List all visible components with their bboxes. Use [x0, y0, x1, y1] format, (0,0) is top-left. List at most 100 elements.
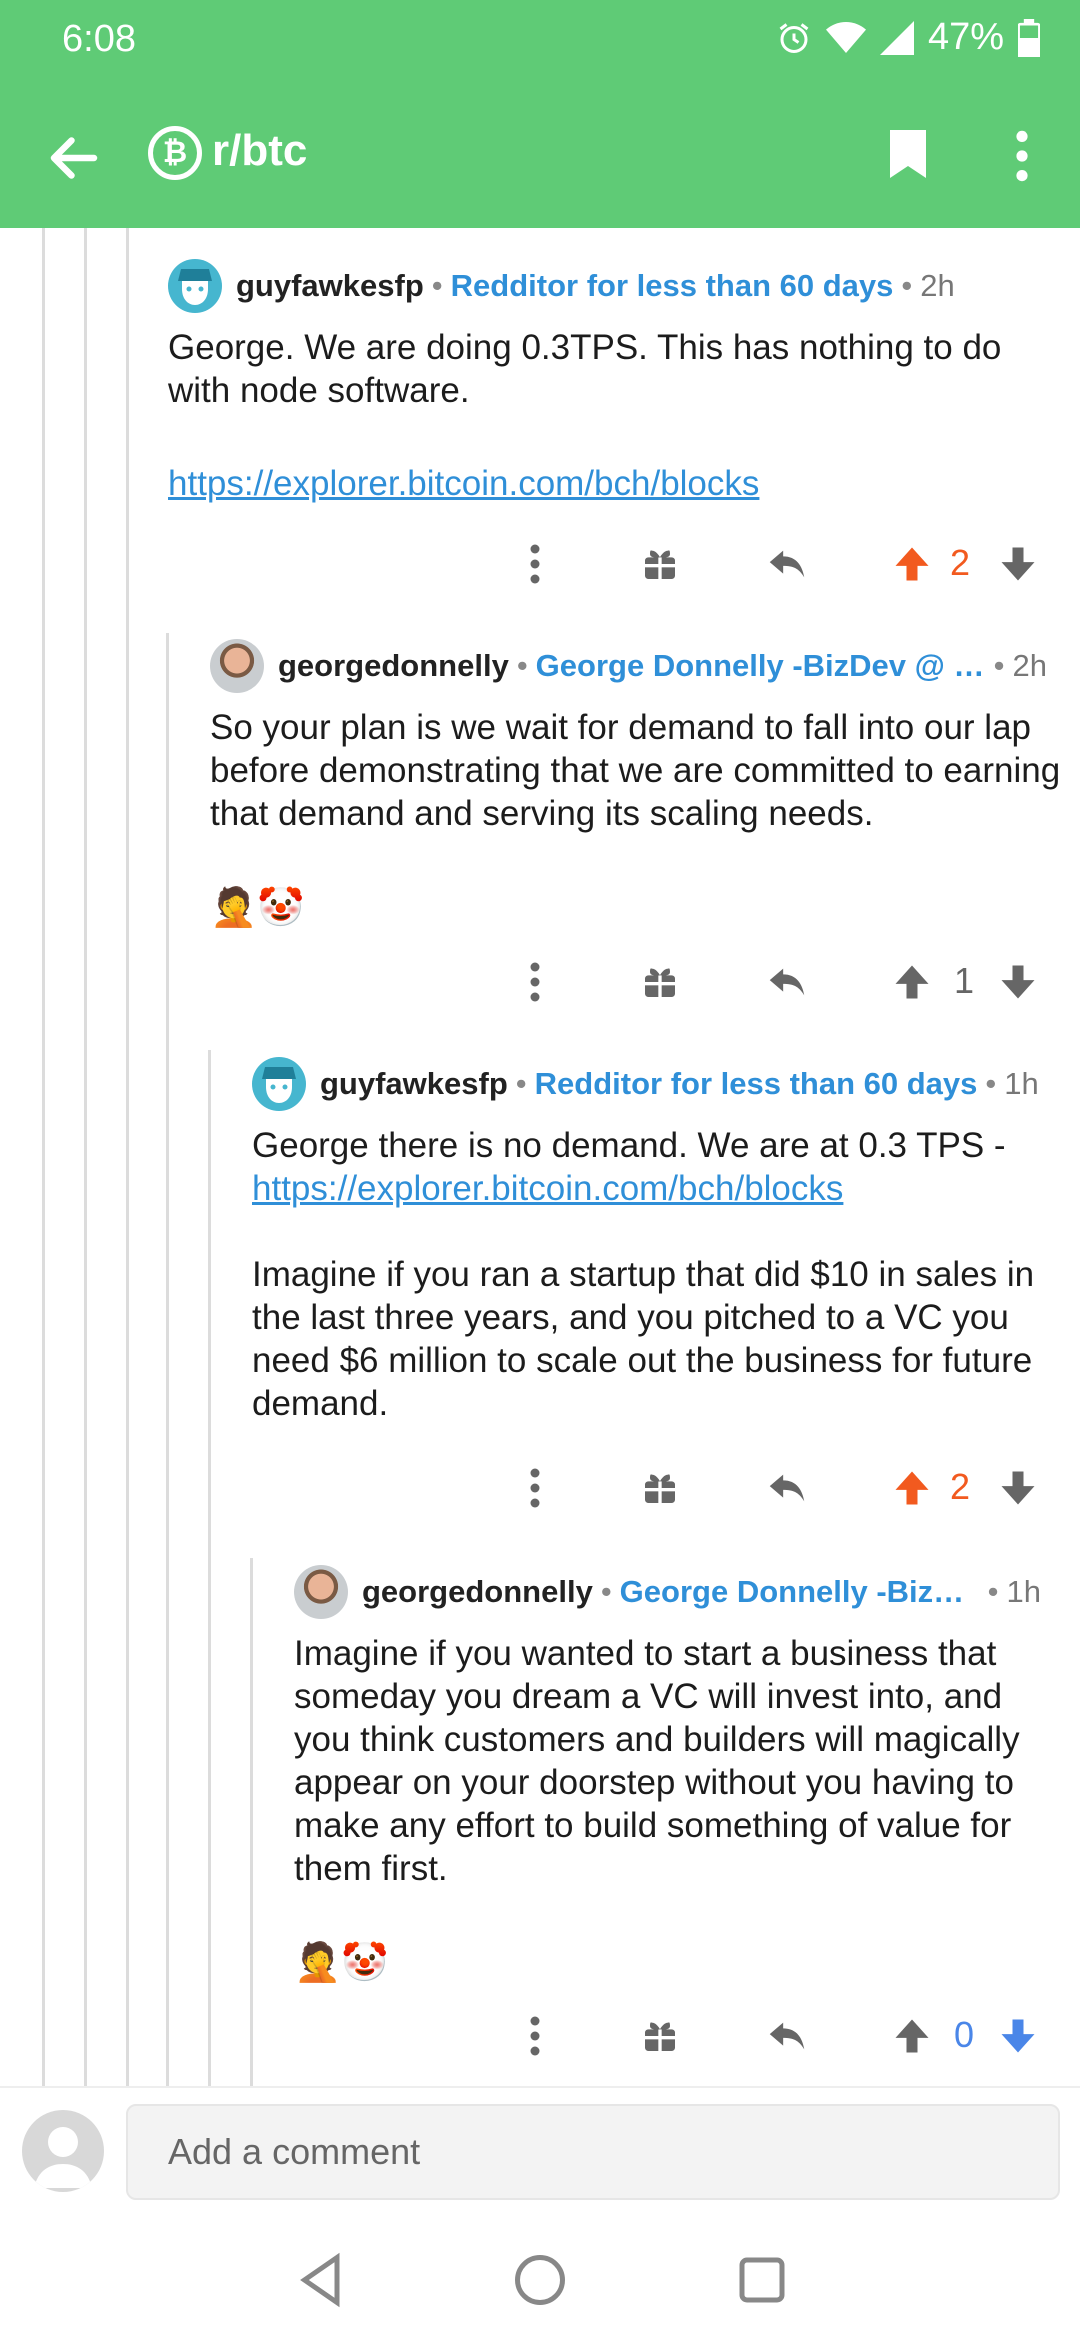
reply-icon[interactable]	[764, 534, 810, 594]
avatar[interactable]	[210, 639, 264, 693]
score: 2	[950, 1466, 971, 1507]
thread-line	[126, 228, 129, 2086]
alarm-icon	[779, 22, 809, 53]
comment-body: Imagine if you wanted to start a busines…	[294, 1632, 1064, 1985]
comment-link[interactable]: https://explorer.bitcoin.com/bch/blocks	[252, 1169, 843, 1208]
comment-actions: 2	[500, 534, 1060, 594]
nav-recents-icon[interactable]	[732, 2250, 792, 2310]
battery-percent: 47%	[927, 16, 1004, 58]
separator-dot: •	[600, 1574, 612, 1609]
status-icons: 47%	[776, 16, 1040, 59]
comment-text: George. We are doing 0.3TPS. This has no…	[168, 328, 1002, 410]
separator-dot: •	[901, 268, 913, 303]
gift-icon[interactable]	[640, 1458, 680, 1518]
more-options-icon[interactable]	[1008, 128, 1036, 184]
reply-icon[interactable]	[764, 952, 810, 1012]
comment-text: Imagine if you ran a startup that did $1…	[252, 1255, 1035, 1423]
user-flair: Redditor for less than 60 days	[450, 268, 894, 303]
subreddit-icon[interactable]: ₿	[148, 126, 202, 180]
avatar[interactable]	[168, 259, 222, 313]
status-bar: 6:08 47%	[0, 0, 1080, 80]
comment-body: George there is no demand. We are at 0.3…	[252, 1124, 1062, 1425]
upvote-icon[interactable]	[890, 952, 934, 1012]
wifi-icon	[825, 21, 866, 53]
comment: georgedonnelly • George Donnelly -BizDe……	[294, 1564, 1064, 1985]
add-comment-input[interactable]: Add a comment	[126, 2104, 1060, 2200]
comment-age: 1h	[1006, 1574, 1042, 1609]
thread-line	[208, 1050, 211, 2086]
comment: guyfawkesfp • Redditor for less than 60 …	[252, 1056, 1062, 1425]
comment-author[interactable]: guyfawkesfp	[320, 1066, 508, 1102]
cell-signal-icon	[879, 20, 914, 55]
user-flair: Redditor for less than 60 days	[534, 1066, 978, 1101]
comment-composer: Add a comment	[0, 2086, 1080, 2216]
avatar[interactable]	[252, 1057, 306, 1111]
comment-text: Imagine if you wanted to start a busines…	[294, 1634, 1020, 1888]
battery-icon	[1018, 18, 1040, 57]
upvote-icon[interactable]	[890, 2006, 934, 2066]
user-avatar[interactable]	[22, 2110, 104, 2192]
gift-icon[interactable]	[640, 534, 680, 594]
comment-author[interactable]: guyfawkesfp	[236, 268, 424, 304]
comment-header: georgedonnelly • George Donnelly -BizDe……	[294, 1564, 1064, 1620]
comment-header: georgedonnelly • George Donnelly -BizDev…	[210, 638, 1070, 694]
nav-back-icon[interactable]	[292, 2250, 352, 2310]
score: 1	[954, 960, 975, 1001]
thread-line	[250, 1558, 253, 2086]
emoji-reaction: 🤦🤡	[294, 1942, 389, 1984]
separator-dot: •	[993, 648, 1005, 683]
app-bar: ₿ r/btc	[0, 100, 1080, 210]
comment-actions: 0	[500, 2006, 1060, 2066]
user-flair: George Donnelly -BizDe…	[619, 1574, 980, 1609]
comment-header: guyfawkesfp • Redditor for less than 60 …	[252, 1056, 1062, 1112]
separator-dot: •	[987, 1574, 999, 1609]
comment: guyfawkesfp • Redditor for less than 60 …	[168, 258, 1058, 505]
reply-icon[interactable]	[764, 1458, 810, 1518]
emoji-reaction: 🤦🤡	[210, 887, 305, 929]
status-time: 6:08	[62, 18, 136, 60]
comment-body: So your plan is we wait for demand to fa…	[210, 706, 1070, 930]
downvote-icon[interactable]	[996, 1458, 1040, 1518]
default-avatar-icon	[34, 2127, 92, 2188]
separator-dot: •	[985, 1066, 997, 1101]
comment-author[interactable]: georgedonnelly	[278, 648, 509, 684]
mask-avatar-icon	[178, 269, 212, 305]
back-arrow-icon[interactable]	[44, 128, 104, 188]
more-actions-icon[interactable]	[520, 534, 550, 594]
reply-icon[interactable]	[764, 2006, 810, 2066]
separator-dot: •	[431, 268, 443, 303]
more-actions-icon[interactable]	[520, 952, 550, 1012]
downvote-icon[interactable]	[996, 2006, 1040, 2066]
gift-icon[interactable]	[640, 2006, 680, 2066]
comment-link[interactable]: https://explorer.bitcoin.com/bch/blocks	[168, 464, 759, 503]
thread-line	[84, 228, 87, 2086]
comment-author[interactable]: georgedonnelly	[362, 1574, 593, 1610]
comment-text: So your plan is we wait for demand to fa…	[210, 708, 1061, 833]
comment-age: 2h	[920, 268, 955, 303]
bookmark-icon[interactable]	[886, 126, 930, 182]
upvote-icon[interactable]	[890, 1458, 934, 1518]
avatar[interactable]	[294, 1565, 348, 1619]
comment-text: George there is no demand. We are at 0.3…	[252, 1126, 1006, 1165]
mask-avatar-icon	[262, 1067, 296, 1103]
downvote-icon[interactable]	[996, 952, 1040, 1012]
app-header: 6:08 47% ₿ r/btc	[0, 0, 1080, 228]
separator-dot: •	[515, 1066, 527, 1101]
downvote-icon[interactable]	[996, 534, 1040, 594]
more-actions-icon[interactable]	[520, 2006, 550, 2066]
subreddit-name[interactable]: r/btc	[212, 126, 307, 176]
comment-actions: 2	[500, 1458, 1060, 1518]
comment-body: George. We are doing 0.3TPS. This has no…	[168, 326, 1058, 505]
thread-line	[166, 633, 169, 2086]
comment-actions: 1	[500, 952, 1060, 1012]
more-actions-icon[interactable]	[520, 1458, 550, 1518]
comment-age: 2h	[1012, 648, 1048, 683]
bitcoin-letter: ₿	[162, 136, 188, 169]
comment-header: guyfawkesfp • Redditor for less than 60 …	[168, 258, 1058, 314]
separator-dot: •	[516, 648, 528, 683]
nav-home-icon[interactable]	[510, 2250, 570, 2310]
gift-icon[interactable]	[640, 952, 680, 1012]
score: 0	[954, 2014, 975, 2055]
upvote-icon[interactable]	[890, 534, 934, 594]
score: 2	[950, 542, 971, 583]
